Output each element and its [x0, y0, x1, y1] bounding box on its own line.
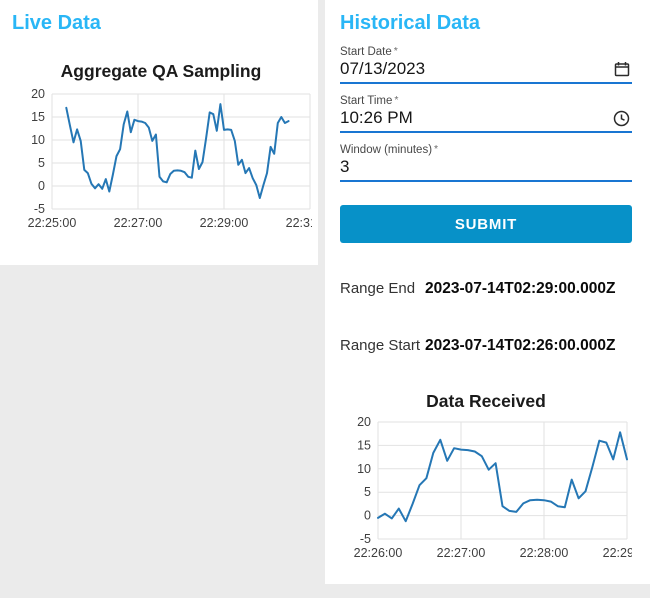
svg-text:22:27:00: 22:27:00	[437, 546, 486, 560]
range-end-value: 2023-07-14T02:29:00.000Z	[425, 280, 616, 297]
svg-text:5: 5	[364, 485, 371, 499]
svg-text:22:29:00: 22:29:00	[200, 216, 249, 230]
live-data-card: Live Data Aggregate QA Sampling 20 15 10 5 0…	[0, 0, 318, 265]
start-date-label: Start Date *	[340, 45, 398, 58]
svg-text:-5: -5	[360, 532, 371, 546]
received-chart-title: Data Received	[426, 391, 546, 411]
start-date-input[interactable]	[340, 59, 614, 79]
range-start-label: Range Start	[340, 337, 421, 354]
range-start-row: Range Start 2023-07-14T02:26:00.000Z	[340, 337, 632, 355]
svg-text:10: 10	[31, 133, 45, 147]
live-chart: 20 15 10 5 0 -522:25:00 22:27:00 22:29:00 22:31:…	[28, 87, 312, 230]
window-minutes-input-row[interactable]	[340, 156, 632, 182]
start-time-input[interactable]	[340, 108, 613, 128]
range-end-label: Range End	[340, 280, 416, 297]
start-time-field: Start Time *	[340, 94, 632, 133]
window-minutes-input[interactable]	[340, 157, 630, 177]
calendar-icon[interactable]	[614, 61, 630, 77]
svg-text:22:28:00: 22:28:00	[520, 546, 569, 560]
svg-text:20: 20	[31, 87, 45, 101]
svg-text:22:25:00: 22:25:00	[28, 216, 77, 230]
historical-data-panel: Historical Data Start Date* Start Time*	[325, 0, 650, 584]
svg-text:22:31:00: 22:31:00	[286, 216, 312, 230]
range-end-row: Range End 2023-07-14T02:29:00.000Z	[340, 280, 632, 298]
window-minutes-label: Window (minutes) *	[340, 143, 439, 156]
start-date-field: Start Date *	[340, 45, 632, 84]
required-marker: *	[434, 143, 439, 155]
svg-text:15: 15	[31, 110, 45, 124]
svg-text:22:29:00: 22:29:00	[603, 546, 632, 560]
start-time-label: Start Time *	[340, 94, 399, 107]
svg-text:-5: -5	[34, 202, 45, 216]
svg-text:15: 15	[357, 438, 371, 452]
start-time-input-row[interactable]	[340, 107, 632, 133]
svg-text:22:26:00: 22:26:00	[354, 546, 403, 560]
svg-text:0: 0	[38, 179, 45, 193]
svg-text:20: 20	[357, 415, 371, 429]
historical-data-heading: Historical Data	[340, 12, 481, 34]
required-marker: *	[394, 94, 399, 106]
submit-button[interactable]: SUBMIT	[340, 205, 632, 243]
live-chart-title: Aggregate QA Sampling	[60, 61, 262, 81]
window-minutes-field: Window (minutes) *	[340, 143, 632, 182]
start-date-input-row[interactable]	[340, 58, 632, 84]
svg-text:5: 5	[38, 156, 45, 170]
svg-text:0: 0	[364, 509, 371, 523]
required-marker: *	[393, 45, 398, 57]
live-data-panel: Live Data Aggregate QA Sampling 20 15 10 5 0…	[0, 0, 318, 598]
live-data-heading: Live Data	[12, 12, 101, 34]
svg-text:22:27:00: 22:27:00	[114, 216, 163, 230]
range-start-value: 2023-07-14T02:26:00.000Z	[425, 337, 616, 354]
clock-icon[interactable]	[613, 110, 630, 127]
svg-text:10: 10	[357, 462, 371, 476]
received-chart: 20 15 10 5 0 -522:26:00 22:27:00 22:28:00 22:29:…	[354, 415, 632, 560]
